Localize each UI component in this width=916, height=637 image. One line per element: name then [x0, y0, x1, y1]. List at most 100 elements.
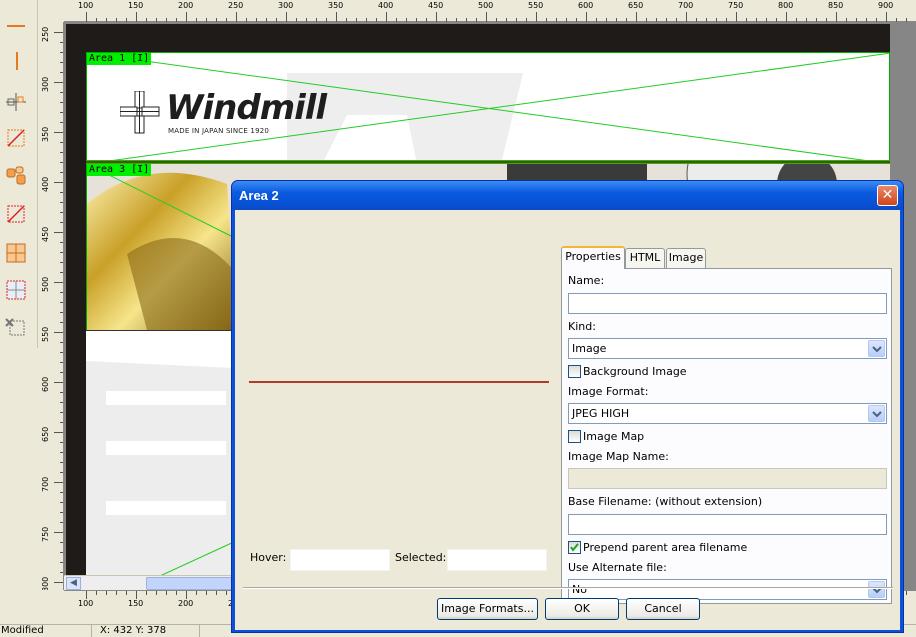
ruler-tick	[786, 12, 787, 22]
image-format-select-value: JPEG HIGH	[572, 407, 630, 420]
ruler-minor-tick	[156, 591, 157, 595]
ruler-tick	[54, 232, 63, 233]
ruler-label: 850	[828, 1, 844, 10]
background-image-checkbox[interactable]	[568, 365, 581, 378]
windmill-logo-icon	[120, 91, 160, 134]
ruler-tick	[136, 591, 137, 599]
ruler-label: 100	[78, 599, 94, 608]
selected-image-field[interactable]	[447, 549, 547, 571]
group-areas-tool-icon[interactable]	[3, 163, 29, 189]
ruler-label: 350	[41, 126, 50, 142]
kind-select[interactable]: Image	[568, 338, 887, 359]
ruler-minor-tick	[176, 591, 177, 595]
ruler-label: 650	[41, 426, 50, 442]
preview-slice-line	[249, 381, 549, 383]
ruler-label: 800	[778, 1, 794, 10]
ruler-minor-tick	[146, 591, 147, 595]
hover-label: Hover:	[250, 551, 287, 564]
ruler-tick	[136, 12, 137, 22]
close-button[interactable]: ✕	[877, 185, 898, 206]
name-input[interactable]	[568, 293, 887, 314]
ruler-tick	[86, 591, 87, 599]
move-tool-icon[interactable]	[3, 89, 29, 115]
tab-image[interactable]: Image	[666, 248, 706, 268]
ruler-label: 550	[528, 1, 544, 10]
background-image-label: Background Image	[583, 365, 687, 378]
slice-diagonal-tool-icon[interactable]	[3, 125, 29, 151]
left-ruler: 250 300 350 400 450 500 550 600 650 700 750 800	[38, 22, 64, 590]
ruler-label: 650	[628, 1, 644, 10]
ruler-label: 250	[228, 1, 244, 10]
base-filename-label: Base Filename: (without extension)	[568, 495, 763, 508]
ruler-label: 900	[878, 1, 894, 10]
vertical-guide-tool-icon[interactable]	[3, 48, 29, 74]
tab-html[interactable]: HTML	[625, 248, 665, 268]
image-formats-button[interactable]: Image Formats...	[437, 598, 538, 620]
chevron-down-icon[interactable]	[868, 581, 885, 598]
ruler-label: 750	[728, 1, 744, 10]
ruler-tick	[286, 12, 287, 22]
kind-label: Kind:	[568, 320, 596, 333]
scroll-left-arrow-icon[interactable]: ◀	[66, 577, 81, 590]
ruler-tick	[186, 12, 187, 22]
ruler-label: 100	[78, 1, 94, 10]
selected-label: Selected:	[395, 551, 447, 564]
ruler-label: 500	[478, 1, 494, 10]
chevron-down-icon[interactable]	[868, 340, 885, 357]
top-ruler: 100 150 200 250 300 350 400 450 500 550 600 650 700 7…	[64, 0, 916, 22]
ruler-tick	[54, 132, 63, 133]
ruler-tick	[54, 532, 63, 533]
grid-split-tool-icon[interactable]	[3, 240, 29, 266]
ruler-tick	[54, 182, 63, 183]
ruler-minor-tick	[106, 591, 107, 595]
ruler-tick	[54, 432, 63, 433]
horizontal-guide-tool-icon[interactable]	[3, 10, 29, 36]
ruler-label: 300	[278, 1, 294, 10]
base-filename-input[interactable]	[568, 514, 887, 535]
ruler-minor-tick	[906, 591, 907, 595]
ruler-label: 300	[41, 76, 50, 92]
dialog-body: Hover: Selected: Properties HTML Image N…	[235, 210, 900, 630]
hover-image-field[interactable]	[290, 549, 390, 571]
area-1[interactable]: Area 1 [I] Windmill MADE IN JAPAN SINCE …	[86, 52, 890, 163]
slice-tool-icon[interactable]	[3, 201, 29, 227]
cancel-button[interactable]: Cancel	[626, 598, 700, 620]
prepend-label: Prepend parent area filename	[583, 541, 748, 554]
ruler-tick	[54, 332, 63, 333]
alternate-file-label: Use Alternate file:	[568, 561, 667, 574]
delete-area-tool-icon[interactable]	[3, 315, 29, 341]
scrollbar-thumb[interactable]	[146, 577, 236, 590]
ruler-minor-tick	[226, 591, 227, 595]
ruler-tick	[586, 12, 587, 22]
ruler-label: 200	[178, 599, 194, 608]
image-format-select[interactable]: JPEG HIGH	[568, 403, 887, 424]
ruler-tick	[486, 12, 487, 22]
tab-properties[interactable]: Properties	[561, 246, 625, 269]
chevron-down-icon[interactable]	[868, 405, 885, 422]
ok-button[interactable]: OK	[545, 598, 619, 620]
ruler-tick	[54, 582, 63, 583]
tool-palette	[0, 0, 38, 348]
table-split-tool-icon[interactable]	[3, 277, 29, 303]
image-map-checkbox[interactable]	[568, 430, 581, 443]
dialog-title-bar[interactable]: Area 2 ✕	[232, 181, 903, 210]
ruler-tick	[836, 12, 837, 22]
horizontal-scrollbar[interactable]: ◀	[64, 575, 236, 590]
alternate-file-select[interactable]: No	[568, 579, 887, 600]
status-coordinates: X: 432 Y: 378	[100, 625, 200, 637]
image-map-name-input[interactable]	[568, 468, 887, 489]
ruler-label: 450	[428, 1, 444, 10]
area-3-label: Area 3 [I]	[87, 164, 152, 176]
properties-panel: Name: Kind: Image Background Image Image…	[561, 268, 892, 604]
ruler-tick	[86, 12, 87, 22]
ruler-label: 550	[41, 326, 50, 342]
ruler-label: 450	[41, 226, 50, 242]
ruler-label: 700	[678, 1, 694, 10]
area-1-label: Area 1 [I]	[87, 53, 152, 65]
dialog-separator	[243, 587, 893, 589]
area-preview: Hover: Selected:	[235, 210, 555, 580]
prepend-checkbox[interactable]	[568, 541, 581, 554]
ruler-tick	[336, 12, 337, 22]
ruler-tick	[54, 82, 63, 83]
ruler-minor-tick	[126, 591, 127, 595]
